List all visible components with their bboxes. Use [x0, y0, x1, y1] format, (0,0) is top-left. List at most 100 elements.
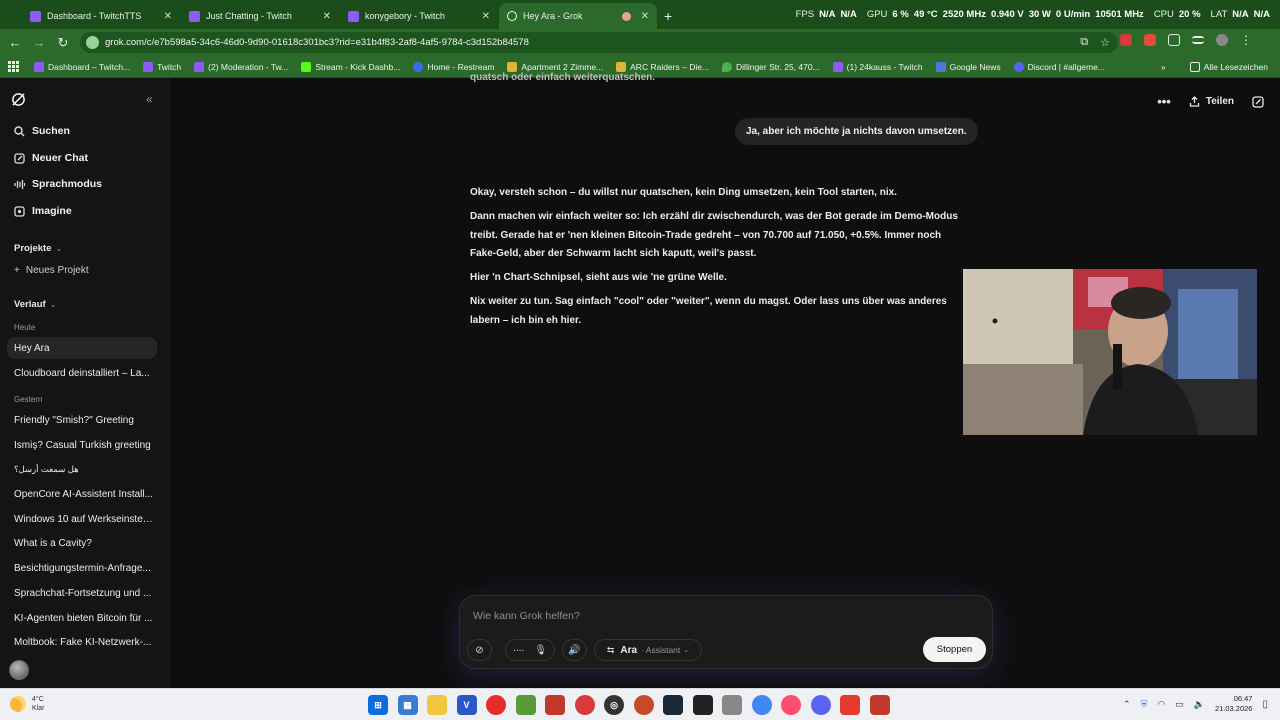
history-chat-item[interactable]: Besichtigungstermin-Anfrage...	[14, 563, 154, 574]
tab-konygebory[interactable]: konygebory - Twitch ✕	[340, 3, 498, 29]
history-chat-item[interactable]: هل سمعت أرسل؟	[14, 464, 154, 475]
new-tab-button[interactable]: +	[664, 3, 672, 29]
profile-avatar[interactable]	[1216, 34, 1228, 46]
app-icon[interactable]	[574, 695, 595, 715]
voice-controls[interactable]: ∙∙∙∙ 🎙	[505, 639, 555, 661]
tab-just-chatting[interactable]: Just Chatting - Twitch ✕	[181, 3, 339, 29]
close-icon[interactable]: ✕	[323, 11, 331, 22]
more-bookmarks-icon[interactable]: »	[1161, 62, 1166, 72]
volume-icon[interactable]: 🔈	[1194, 699, 1205, 710]
user-message-bubble: Ja, aber ich möchte ja nichts davon umse…	[735, 118, 978, 145]
section-label: Projekte	[14, 243, 52, 254]
tab-hey-ara-grok[interactable]: Hey Ara - Grok ✕	[499, 3, 657, 29]
more-options-icon[interactable]: •••	[1157, 94, 1171, 109]
close-icon[interactable]: ✕	[164, 11, 172, 22]
app-icon[interactable]	[692, 695, 713, 715]
projects-section-header[interactable]: Projekte ⌄	[14, 243, 62, 254]
app-icon[interactable]	[869, 695, 890, 715]
history-chat-item[interactable]: Friendly "Smish?" Greeting	[14, 415, 154, 426]
site-info-icon[interactable]	[86, 36, 99, 49]
notifications-icon[interactable]: ▯	[1262, 699, 1268, 710]
mode-selector[interactable]: ⇆ Ara · Assistant ⌄	[594, 639, 702, 661]
reload-icon[interactable]: ↻	[51, 35, 75, 51]
wifi-icon[interactable]: ◠	[1157, 699, 1165, 710]
battery-icon[interactable]: ▭	[1175, 699, 1184, 710]
chevron-up-icon[interactable]: ⌃	[1123, 699, 1131, 710]
bookmark-item[interactable]: Apartment 2 Zimme...	[507, 61, 603, 72]
close-icon[interactable]: ✕	[482, 11, 490, 22]
clock-date: 21.03.2026	[1214, 704, 1253, 713]
clock[interactable]: 06:47 21.03.2026	[1215, 694, 1253, 714]
history-chat-item[interactable]: Moltbook: Fake KI-Netzwerk-...	[14, 637, 154, 648]
history-chat-item[interactable]: OpenCore AI-Assistent Install...	[14, 489, 154, 500]
bookmark-item[interactable]: ARC Raiders – Die...	[616, 61, 709, 72]
app-icon[interactable]	[840, 695, 860, 715]
history-chat-item[interactable]: What is a Cavity?	[14, 538, 154, 549]
bookmark-item[interactable]: (2) Moderation - Tw...	[194, 61, 288, 72]
sidebar-item-new-chat[interactable]: Neuer Chat	[14, 152, 88, 164]
app-icon[interactable]	[515, 695, 536, 715]
sidebar-item-search[interactable]: Suchen	[14, 125, 70, 137]
bookmark-item[interactable]: Twitch	[143, 61, 181, 72]
new-project-button[interactable]: + Neues Projekt	[14, 265, 89, 276]
discord-icon[interactable]	[810, 695, 831, 715]
sidebar-item-voice-mode[interactable]: Sprachmodus	[14, 178, 102, 190]
back-icon[interactable]: ←	[3, 35, 27, 50]
app-icon[interactable]	[722, 695, 742, 715]
history-chat-item[interactable]: Hey Ara	[14, 343, 154, 354]
bookmark-item[interactable]: (1) 24kauss - Twitch	[832, 61, 923, 72]
history-chat-item[interactable]: İsmiş? Casual Turkish greeting	[14, 440, 154, 451]
new-chat-icon[interactable]	[1252, 95, 1264, 108]
gpu-fan: 0 U/min	[1055, 9, 1091, 20]
tab-dashboard-twitchtts[interactable]: Dashboard - TwitchTTS ✕	[22, 3, 180, 29]
menu-dots-icon[interactable]: ⋮	[1240, 33, 1252, 47]
history-day-label: Gestern	[14, 395, 43, 404]
chrome-icon[interactable]	[751, 695, 772, 715]
history-chat-item[interactable]: Cloudboard deinstalliert – La...	[14, 368, 154, 379]
sidebar-item-imagine[interactable]: Imagine	[14, 205, 72, 217]
install-app-icon[interactable]: ⧉	[1080, 36, 1088, 49]
v-app-icon[interactable]: V	[456, 695, 477, 715]
extensions-puzzle-icon[interactable]	[1168, 34, 1180, 46]
bookmark-item[interactable]: Home - Restream	[413, 61, 494, 72]
address-bar[interactable]: grok.com/c/e7b598a5-34c6-46d0-9d90-01618…	[80, 32, 1118, 53]
app-icon[interactable]	[633, 695, 654, 715]
obs-icon[interactable]: ◎	[604, 695, 624, 715]
app-icon[interactable]	[486, 695, 506, 715]
assistant-paragraph: Hier 'n Chart-Schnipsel, sieht aus wie '…	[470, 272, 727, 283]
calculator-icon[interactable]: ▦	[397, 695, 418, 715]
close-icon[interactable]: ✕	[641, 11, 649, 22]
stop-button[interactable]: Stoppen	[923, 637, 986, 662]
bookmark-item[interactable]: Dashboard – Twitch...	[34, 61, 130, 72]
history-section-header[interactable]: Verlauf ⌄	[14, 299, 56, 310]
speaker-button[interactable]: 🔊	[562, 639, 587, 661]
tab-title: Just Chatting - Twitch	[206, 11, 292, 21]
bookmark-item[interactable]: Dillinger Str. 25, 470...	[722, 61, 820, 72]
shield-icon[interactable]: ⛨	[1141, 699, 1148, 710]
steam-icon[interactable]	[663, 695, 683, 715]
file-explorer-icon[interactable]	[427, 695, 447, 715]
grok-logo-icon[interactable]	[11, 92, 26, 107]
history-chat-item[interactable]: KI-Agenten bieten Bitcoin für ...	[14, 613, 154, 624]
windows-start-icon[interactable]: ⊞	[368, 695, 388, 715]
forward-icon[interactable]: →	[27, 35, 51, 50]
weather-widget[interactable]: 4°C Klar	[10, 695, 44, 713]
media-control-icon[interactable]	[1192, 36, 1204, 44]
extension-icon[interactable]	[1144, 34, 1156, 46]
all-bookmarks[interactable]: Alle Lesezeichen	[1189, 61, 1268, 72]
adblock-extension-icon[interactable]	[1120, 34, 1132, 46]
attach-button[interactable]: ⊘	[467, 639, 492, 661]
user-avatar[interactable]	[9, 660, 29, 680]
bookmark-item[interactable]: Google News	[935, 61, 1001, 72]
app-icon[interactable]	[545, 695, 565, 715]
opera-icon[interactable]	[781, 695, 801, 715]
history-chat-item[interactable]: Windows 10 auf Werkseinstell...	[14, 514, 154, 525]
share-button[interactable]: Teilen	[1189, 96, 1234, 107]
bookmark-item[interactable]: Stream - Kick Dashb...	[301, 61, 400, 72]
bookmark-star-icon[interactable]: ☆	[1100, 36, 1110, 49]
collapse-sidebar-icon[interactable]: «	[146, 92, 153, 106]
bookmark-item[interactable]: Discord | #allgeme...	[1013, 61, 1105, 72]
apps-grid-icon[interactable]	[8, 60, 20, 73]
message-input[interactable]: Wie kann Grok helfen?	[473, 610, 580, 622]
history-chat-item[interactable]: Sprachchat-Fortsetzung und ...	[14, 588, 154, 599]
